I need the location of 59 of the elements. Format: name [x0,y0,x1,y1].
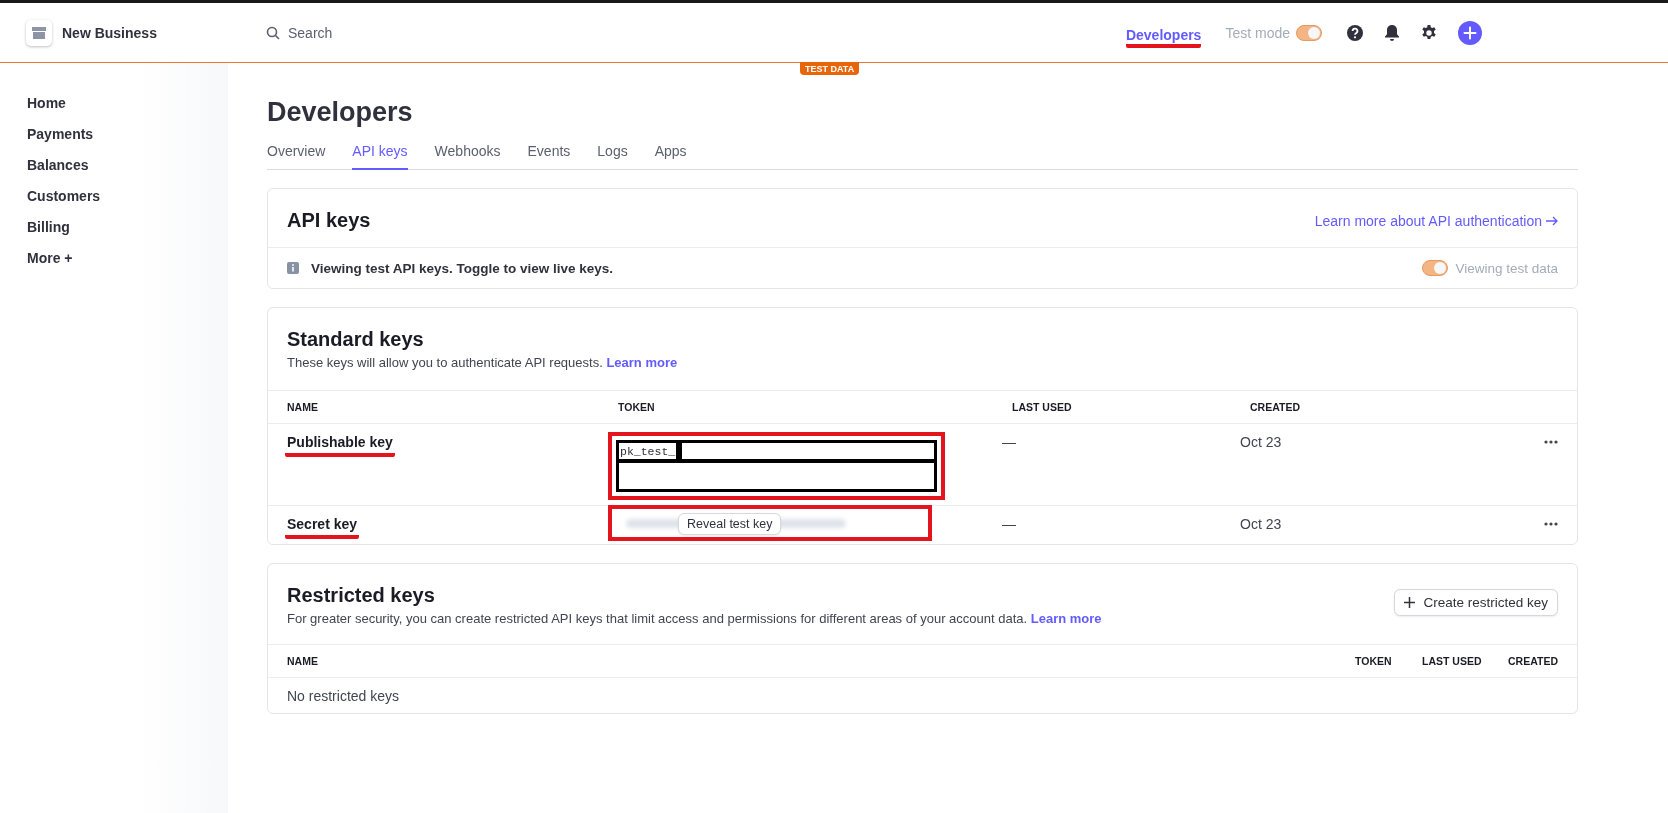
notifications-icon[interactable] [1384,23,1400,42]
view-mode-toggle[interactable] [1422,260,1449,276]
create-restricted-key-button[interactable]: Create restricted key [1394,589,1558,616]
account-name[interactable]: New Business [62,24,157,41]
table-cell-text: — [1002,515,1017,532]
nav-item[interactable]: Billing [0,212,228,243]
card-title: Standard keys [287,328,425,351]
card-description: For greater security, you can create restricted API keys that limit access and permissions for different areas of your account data. Learn more [287,611,1102,626]
learn-more-link[interactable]: Learn more [1030,611,1102,626]
developers-link[interactable]: Developers [1125,24,1202,48]
arrow-icon [1546,215,1558,226]
card-title: Restricted keys [287,584,436,607]
help-icon[interactable] [1346,23,1364,42]
nav-item[interactable]: Payments [0,119,228,150]
add-icon[interactable] [1458,20,1482,45]
nav-item[interactable]: More + [0,243,228,274]
reveal-key-button[interactable]: Reveal test key [678,513,782,535]
tab[interactable]: Apps [654,140,687,170]
nav-item[interactable]: Home [0,88,228,119]
test-data-badge: TEST DATA [800,62,860,75]
column-header: TOKEN [618,401,656,413]
test-mode-toggle[interactable] [1296,24,1322,41]
tab[interactable]: API keys [352,140,408,170]
table-cell-text: — [1002,433,1017,450]
test-mode-label: Test mode [1225,24,1290,41]
tab[interactable]: Overview [267,140,326,170]
notice-text: Viewing test API keys. Toggle to view live keys. [311,260,614,276]
more-icon[interactable] [1544,440,1558,444]
empty-state-text: No restricted keys [286,687,401,706]
column-header: LAST USED [1422,655,1483,667]
settings-icon[interactable] [1420,23,1438,42]
nav-item[interactable]: Balances [0,150,228,181]
search-icon [266,25,280,40]
info-icon [287,262,299,274]
table-cell-text: Oct 23 [1240,433,1283,450]
page-title: Developers [267,96,413,129]
tab[interactable]: Events [527,140,571,170]
search-field[interactable]: Search [288,24,333,41]
nav-item[interactable]: Customers [0,181,228,212]
column-header: LAST USED [1012,401,1073,413]
column-header: CREATED [1250,401,1301,413]
learn-more-link[interactable]: Learn more [606,355,678,370]
more-icon[interactable] [1544,522,1558,526]
tab[interactable]: Logs [597,140,628,170]
tab[interactable]: Webhooks [434,140,501,170]
card-title: API keys [287,209,371,232]
key-name: Secret key [285,506,360,539]
column-header: CREATED [1508,655,1558,667]
plus-icon [1404,597,1416,608]
column-header: TOKEN [1355,655,1393,667]
store-icon [31,25,47,40]
toggle-label: Viewing test data [1455,260,1558,276]
learn-more-link[interactable]: Learn more about API authentication [1314,212,1558,229]
token-text: pk_test_ [619,444,677,458]
column-header: NAME [287,401,319,413]
column-header: NAME [287,655,319,667]
card-description: These keys will allow you to authenticate API requests. Learn more [287,355,679,370]
table-cell-text: Oct 23 [1240,515,1283,532]
key-name: Publishable key [285,424,395,457]
